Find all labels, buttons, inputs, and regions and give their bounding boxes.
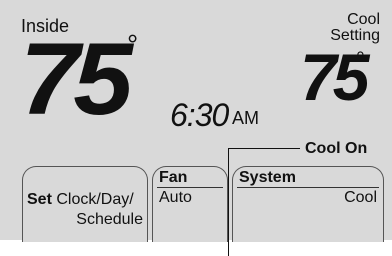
set-clock-day-schedule-button[interactable]: Set Clock/Day/ Schedule	[22, 166, 148, 242]
system-button[interactable]: System Cool	[232, 166, 384, 242]
fan-button-divider	[157, 187, 223, 188]
callout-line-horizontal	[228, 148, 300, 149]
inside-degree-symbol: °	[127, 29, 139, 60]
system-button-value: Cool	[344, 189, 377, 206]
set-button-line1-rest: Clock/Day/	[51, 191, 134, 208]
system-button-title: System	[239, 169, 296, 186]
system-button-divider	[237, 187, 379, 188]
clock-time: 6:30	[170, 97, 229, 133]
clock-ampm: AM	[232, 108, 259, 128]
thermostat-display: Inside 75 ° 6:30 AM Cool Setting 75 ° Co…	[0, 0, 392, 242]
set-button-line1: Set Clock/Day/	[27, 191, 134, 209]
callout-line-vertical	[228, 148, 229, 256]
setting-label-line1: Cool	[347, 11, 380, 28]
set-button-line2: Schedule	[76, 211, 143, 228]
mode-status: Cool On	[305, 140, 368, 157]
fan-button-value: Auto	[159, 189, 192, 206]
fan-button-title: Fan	[159, 169, 188, 186]
fan-button[interactable]: Fan Auto	[152, 166, 228, 242]
inside-temperature: 75	[20, 22, 133, 136]
setpoint-degree-symbol: °	[356, 47, 365, 72]
set-button-bold: Set	[27, 191, 52, 208]
